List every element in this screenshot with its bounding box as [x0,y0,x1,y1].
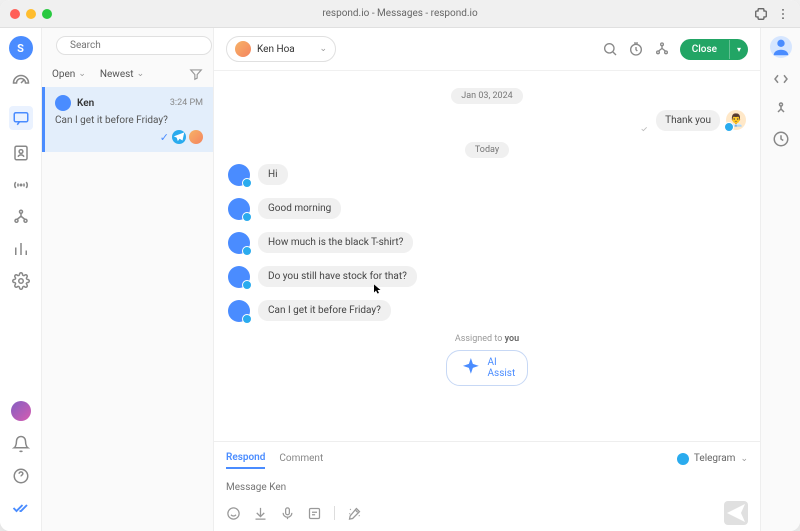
assigned-text: Assigned to you [228,334,746,344]
telegram-icon [172,130,186,144]
help-icon[interactable] [12,467,30,485]
customer-avatar [228,164,250,186]
customer-avatar [228,232,250,254]
incoming-message: Do you still have stock for that? [228,266,746,288]
channel-selector[interactable]: Telegram ⌄ [677,453,748,465]
broadcast-icon[interactable] [12,176,30,194]
incoming-message: Good morning [228,198,746,220]
outgoing-message: Thank you 👨‍💼 [228,110,746,131]
assignee-avatar [189,130,203,144]
divider [334,506,335,520]
filter-icon[interactable] [189,67,203,81]
inbox-panel: Open⌄ Newest⌄ Ken 3:24 PM Can I get it b… [42,28,214,531]
channel-badge-icon [724,122,734,132]
tab-comment[interactable]: Comment [279,449,323,468]
voice-icon[interactable] [280,506,295,521]
user-avatar[interactable] [11,401,31,421]
nav-rail: S [0,28,42,531]
contact-info-icon[interactable] [770,36,792,58]
conversation-time: 3:24 PM [170,98,203,108]
messages-icon[interactable] [9,106,33,130]
message-bubble: Good morning [258,198,341,219]
date-separator: Jan 03, 2024 [228,83,746,102]
agent-avatar: 👨‍💼 [726,110,746,130]
search-input[interactable] [56,36,212,55]
sparkle-icon [459,356,483,380]
snooze-icon[interactable] [628,41,644,57]
ai-assist-button[interactable]: AI Assist [446,350,528,386]
window-controls [10,9,52,19]
attachment-icon[interactable] [253,506,268,521]
magic-icon[interactable] [347,506,362,521]
ai-assist-label: AI Assist [488,357,516,379]
incoming-message: How much is the black T-shirt? [228,232,746,254]
settings-icon[interactable] [12,272,30,290]
conversation-item[interactable]: Ken 3:24 PM Can I get it before Friday? … [42,87,213,152]
message-bubble: How much is the black T-shirt? [258,232,413,253]
message-bubble: Thank you [656,110,720,131]
composer: Respond Comment Telegram ⌄ [214,441,760,531]
incoming-message: Hi [228,164,746,186]
window-title: respond.io - Messages - respond.io [322,8,477,19]
assign-icon[interactable] [654,41,670,57]
conversation-preview: Can I get it before Friday? [55,115,203,126]
date-separator: Today [228,137,746,156]
read-check-icon: ✓ [160,131,169,144]
notifications-icon[interactable] [12,435,30,453]
contact-name: Ken [77,98,164,109]
customer-avatar [228,198,250,220]
reports-icon[interactable] [12,240,30,258]
customer-avatar [228,266,250,288]
search-messages-icon[interactable] [602,41,618,57]
titlebar: respond.io - Messages - respond.io [0,0,800,28]
brand-check-icon [12,499,30,517]
search-field[interactable] [70,40,203,51]
emoji-icon[interactable] [226,506,241,521]
status-filter-label: Open [52,69,75,80]
contact-avatar [55,95,71,111]
workspace-logo[interactable]: S [9,36,33,60]
expand-icon[interactable] [772,70,790,88]
sort-filter[interactable]: Newest⌄ [100,69,144,80]
message-bubble: Can I get it before Friday? [258,300,391,321]
message-input[interactable] [226,478,748,497]
close-label: Close [680,39,729,60]
snippets-icon[interactable] [307,506,322,521]
telegram-icon [677,453,689,465]
more-icon[interactable] [776,7,790,21]
channel-badge-icon [242,178,252,188]
sort-filter-label: Newest [100,69,134,80]
message-bubble: Hi [258,164,288,185]
send-button[interactable] [724,501,748,525]
maximize-window-dot[interactable] [42,9,52,19]
contact-selector[interactable]: Ken Hoa ⌄ [226,36,336,62]
chevron-down-icon: ⌄ [319,44,327,54]
contact-avatar-icon [235,41,251,57]
incoming-message: Can I get it before Friday? [228,300,746,322]
message-list: Jan 03, 2024 Thank you 👨‍💼 Today Hi [214,71,760,441]
minimize-window-dot[interactable] [26,9,36,19]
detail-rail [760,28,800,531]
chat-panel: Ken Hoa ⌄ Close ▾ Jan 03, 2024 [214,28,760,531]
message-bubble: Do you still have stock for that? [258,266,417,287]
status-filter[interactable]: Open⌄ [52,69,86,80]
delivered-check-icon [638,124,652,134]
customer-avatar [228,300,250,322]
workflow-icon[interactable] [12,208,30,226]
dashboard-icon[interactable] [12,74,30,92]
clock-icon[interactable] [772,130,790,148]
close-window-dot[interactable] [10,9,20,19]
extension-icon[interactable] [754,7,768,21]
contact-name-label: Ken Hoa [257,44,313,55]
activity-icon[interactable] [772,100,790,118]
close-dropdown-icon[interactable]: ▾ [729,40,748,59]
contacts-icon[interactable] [12,144,30,162]
app-window: respond.io - Messages - respond.io S [0,0,800,531]
tab-respond[interactable]: Respond [226,448,265,469]
channel-label: Telegram [694,453,736,464]
close-button[interactable]: Close ▾ [680,39,748,60]
